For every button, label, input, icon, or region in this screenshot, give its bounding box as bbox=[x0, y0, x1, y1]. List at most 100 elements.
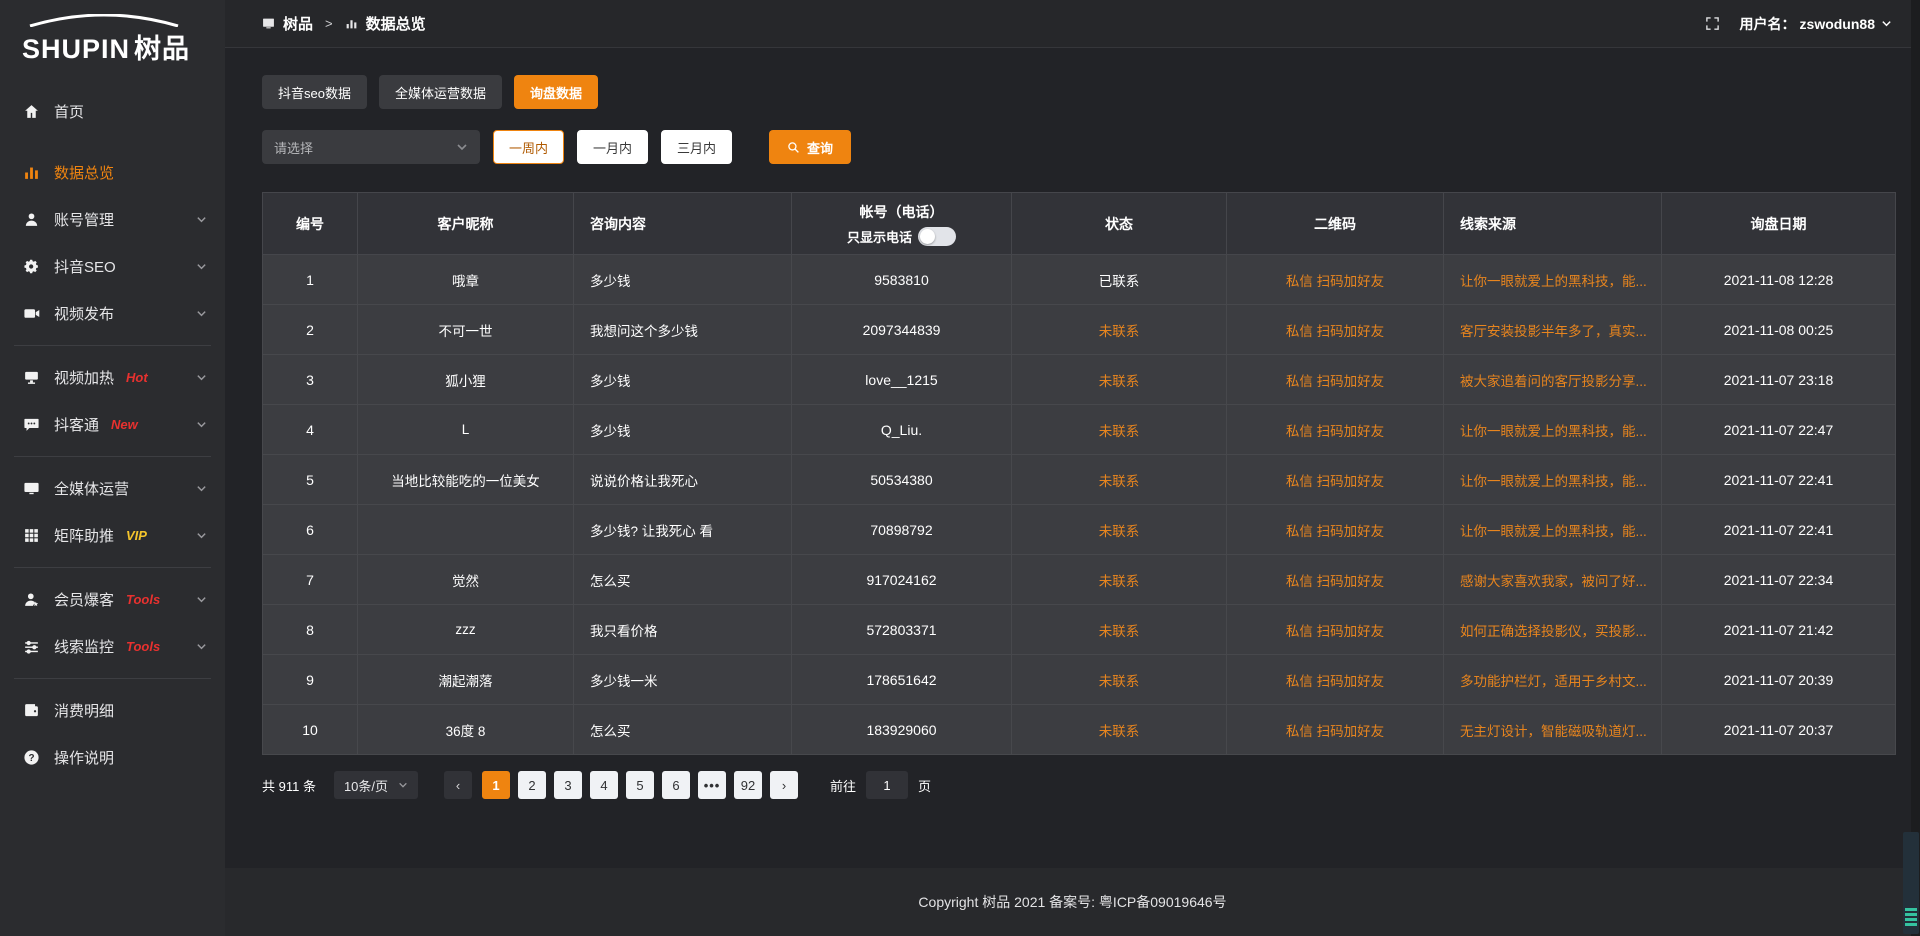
breadcrumb-root[interactable]: 树品 bbox=[283, 13, 313, 34]
page-button-1[interactable]: 1 bbox=[482, 771, 510, 799]
qrcode-link[interactable]: 私信 扫码加好友 bbox=[1286, 724, 1384, 739]
page-size-select[interactable]: 10条/页 bbox=[334, 771, 418, 799]
table-row: 7 觉然 怎么买 917024162 未联系 私信 扫码加好友 感谢大家喜欢我家… bbox=[263, 555, 1896, 605]
cell-account: 178651642 bbox=[792, 655, 1012, 705]
bar-chart-icon bbox=[22, 164, 40, 182]
source-link[interactable]: 多功能护栏灯，适用于乡村文... bbox=[1460, 674, 1647, 689]
prev-page-button[interactable]: ‹ bbox=[444, 771, 472, 799]
table-row: 5 当地比较能吃的一位美女 说说价格让我死心 50534380 未联系 私信 扫… bbox=[263, 455, 1896, 505]
cell-nickname: 36度 8 bbox=[358, 705, 574, 755]
source-link[interactable]: 让你一眼就爱上的黑科技，能... bbox=[1460, 424, 1647, 439]
sidebar-item-video-publish[interactable]: 视频发布 bbox=[0, 290, 225, 337]
tab-inquiry-data[interactable]: 询盘数据 bbox=[514, 75, 598, 109]
source-link[interactable]: 让你一眼就爱上的黑科技，能... bbox=[1460, 274, 1647, 289]
sidebar-item-label: 操作说明 bbox=[54, 747, 114, 768]
table-row: 9 潮起潮落 多少钱一米 178651642 未联系 私信 扫码加好友 多功能护… bbox=[263, 655, 1896, 705]
sidebar-item-label: 会员爆客 bbox=[54, 589, 114, 610]
range-quarter-button[interactable]: 三月内 bbox=[661, 130, 732, 164]
account-select[interactable]: 请选择 bbox=[262, 130, 480, 164]
sidebar-item-label: 矩阵助推 bbox=[54, 525, 114, 546]
sidebar-item-doukertong[interactable]: 抖客通 New bbox=[0, 401, 225, 448]
cell-nickname: L bbox=[358, 405, 574, 455]
cell-nickname: 当地比较能吃的一位美女 bbox=[358, 455, 574, 505]
qrcode-link[interactable]: 私信 扫码加好友 bbox=[1286, 424, 1384, 439]
sidebar-item-omni-media[interactable]: 全媒体运营 bbox=[0, 465, 225, 512]
phone-only-toggle[interactable] bbox=[918, 227, 956, 246]
cell-source: 让你一眼就爱上的黑科技，能... bbox=[1444, 405, 1662, 455]
cell-no: 7 bbox=[263, 555, 358, 605]
sidebar-item-label: 首页 bbox=[54, 101, 84, 122]
range-week-button[interactable]: 一周内 bbox=[493, 130, 564, 164]
sidebar-item-video-heating[interactable]: 视频加热 Hot bbox=[0, 354, 225, 401]
brand-name: SHUPIN树品 bbox=[22, 27, 207, 66]
sliders-icon bbox=[22, 638, 40, 656]
sidebar-item-account-management[interactable]: 账号管理 bbox=[0, 196, 225, 243]
page-button-4[interactable]: 4 bbox=[590, 771, 618, 799]
sidebar-item-label: 抖客通 bbox=[54, 414, 99, 435]
qrcode-link[interactable]: 私信 扫码加好友 bbox=[1286, 474, 1384, 489]
user-menu[interactable]: 用户名： zswodun88 bbox=[1740, 14, 1892, 34]
tab-omni-media-data[interactable]: 全媒体运营数据 bbox=[379, 75, 502, 109]
chevron-down-icon bbox=[196, 594, 207, 605]
question-icon: ? bbox=[22, 749, 40, 767]
qrcode-link[interactable]: 私信 扫码加好友 bbox=[1286, 574, 1384, 589]
cell-source: 让你一眼就爱上的黑科技，能... bbox=[1444, 505, 1662, 555]
sidebar-item-spending-details[interactable]: 消费明细 bbox=[0, 687, 225, 734]
cell-account: 183929060 bbox=[792, 705, 1012, 755]
goto-page-input[interactable] bbox=[866, 771, 908, 799]
range-month-button[interactable]: 一月内 bbox=[577, 130, 648, 164]
source-link[interactable]: 被大家追着问的客厅投影分享... bbox=[1460, 374, 1647, 389]
next-page-button[interactable]: › bbox=[770, 771, 798, 799]
source-link[interactable]: 如何正确选择投影仪，买投影... bbox=[1460, 624, 1647, 639]
more-pages-button[interactable]: ••• bbox=[698, 771, 726, 799]
scrollbar[interactable] bbox=[1911, 0, 1920, 936]
cell-account: 572803371 bbox=[792, 605, 1012, 655]
qrcode-link[interactable]: 私信 扫码加好友 bbox=[1286, 374, 1384, 389]
cell-qrcode: 私信 扫码加好友 bbox=[1227, 555, 1444, 605]
page-button-3[interactable]: 3 bbox=[554, 771, 582, 799]
cell-account: 917024162 bbox=[792, 555, 1012, 605]
cell-qrcode: 私信 扫码加好友 bbox=[1227, 605, 1444, 655]
cell-source: 让你一眼就爱上的黑科技，能... bbox=[1444, 455, 1662, 505]
tab-douyin-seo-data[interactable]: 抖音seo数据 bbox=[262, 75, 367, 109]
source-link[interactable]: 让你一眼就爱上的黑科技，能... bbox=[1460, 524, 1647, 539]
page-button-5[interactable]: 5 bbox=[626, 771, 654, 799]
col-header-qrcode: 二维码 bbox=[1227, 193, 1444, 255]
source-link[interactable]: 感谢大家喜欢我家，被问了好... bbox=[1460, 574, 1647, 589]
sidebar-item-instructions[interactable]: ? 操作说明 bbox=[0, 734, 225, 781]
data-tabs: 抖音seo数据 全媒体运营数据 询盘数据 bbox=[262, 75, 1920, 109]
cell-date: 2021-11-08 00:25 bbox=[1662, 305, 1896, 355]
page-button-6[interactable]: 6 bbox=[662, 771, 690, 799]
qrcode-link[interactable]: 私信 扫码加好友 bbox=[1286, 624, 1384, 639]
query-button[interactable]: 查询 bbox=[769, 130, 851, 164]
menu-divider bbox=[14, 567, 211, 568]
sidebar-item-douyin-seo[interactable]: 抖音SEO bbox=[0, 243, 225, 290]
qrcode-link[interactable]: 私信 扫码加好友 bbox=[1286, 274, 1384, 289]
monitor-icon bbox=[22, 369, 40, 387]
source-link[interactable]: 让你一眼就爱上的黑科技，能... bbox=[1460, 474, 1647, 489]
source-link[interactable]: 客厅安装投影半年多了，真实... bbox=[1460, 324, 1647, 339]
cell-source: 如何正确选择投影仪，买投影... bbox=[1444, 605, 1662, 655]
table-row: 6 多少钱? 让我死心 看 70898792 未联系 私信 扫码加好友 让你一眼… bbox=[263, 505, 1896, 555]
sidebar-item-label: 视频加热 bbox=[54, 367, 114, 388]
brand-name-cn: 树品 bbox=[134, 34, 190, 64]
footer: Copyright 树品 2021 备案号: 粤ICP备09019646号 bbox=[225, 868, 1920, 936]
source-link[interactable]: 无主灯设计，智能磁吸轨道灯... bbox=[1460, 724, 1647, 739]
sidebar-item-matrix-boost[interactable]: 矩阵助推 VIP bbox=[0, 512, 225, 559]
fullscreen-icon[interactable] bbox=[1705, 16, 1720, 31]
qrcode-link[interactable]: 私信 扫码加好友 bbox=[1286, 524, 1384, 539]
qrcode-link[interactable]: 私信 扫码加好友 bbox=[1286, 324, 1384, 339]
cell-source: 被大家追着问的客厅投影分享... bbox=[1444, 355, 1662, 405]
page-button-92[interactable]: 92 bbox=[734, 771, 762, 799]
cell-nickname: 不可一世 bbox=[358, 305, 574, 355]
page-button-2[interactable]: 2 bbox=[518, 771, 546, 799]
cell-no: 9 bbox=[263, 655, 358, 705]
sidebar-item-member-burst[interactable]: 会员爆客 Tools bbox=[0, 576, 225, 623]
inquiry-table: 编号 客户昵称 咨询内容 帐号（电话） 只显示电话 状态 二维码 线索来源 询盘… bbox=[262, 192, 1896, 755]
sidebar-item-data-overview[interactable]: 数据总览 bbox=[0, 149, 225, 196]
sidebar-item-lead-monitoring[interactable]: 线索监控 Tools bbox=[0, 623, 225, 670]
cell-content: 说说价格让我死心 bbox=[574, 455, 792, 505]
qrcode-link[interactable]: 私信 扫码加好友 bbox=[1286, 674, 1384, 689]
sidebar-item-home[interactable]: 首页 bbox=[0, 88, 225, 135]
cell-content: 多少钱 bbox=[574, 405, 792, 455]
